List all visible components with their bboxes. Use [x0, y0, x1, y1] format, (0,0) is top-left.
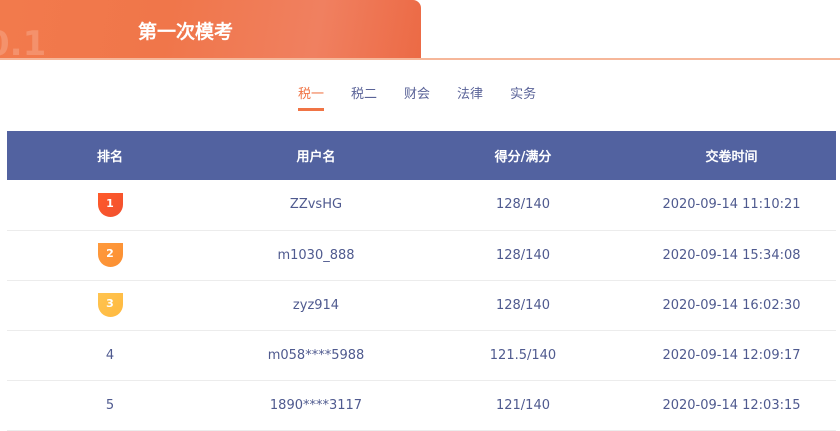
header-username: 用户名	[213, 131, 419, 180]
submit-time: 2020-09-14 12:09:17	[627, 330, 836, 381]
tab-law[interactable]: 法律	[457, 83, 483, 111]
score: 128/140	[419, 230, 627, 281]
username: zyz914	[213, 280, 419, 331]
header-score: 得分/满分	[419, 131, 627, 180]
submit-time: 2020-09-14 16:02:30	[627, 280, 836, 331]
table-header: 排名 用户名 得分/满分 交卷时间	[7, 131, 836, 180]
username: m058****5988	[213, 330, 419, 381]
banner-watermark: 0.1	[0, 24, 47, 59]
divider	[0, 58, 840, 60]
tab-tax1[interactable]: 税一	[298, 83, 325, 111]
ranking-table: 排名 用户名 得分/满分 交卷时间 1 ZZvsHG 128/140 2020-…	[7, 131, 836, 431]
username: ZZvsHG	[213, 180, 419, 231]
table-row: 2 m1030_888 128/140 2020-09-14 15:34:08	[7, 230, 836, 281]
rank: 4	[7, 330, 213, 381]
score: 128/140	[419, 280, 627, 331]
header-rank: 排名	[7, 131, 213, 180]
bronze-medal-icon: 3	[97, 293, 123, 317]
table-row: 3 zyz914 128/140 2020-09-14 16:02:30	[7, 280, 836, 331]
username: m1030_888	[213, 230, 419, 281]
tab-accounting[interactable]: 财会	[404, 83, 430, 111]
submit-time: 2020-09-14 11:10:21	[627, 180, 836, 231]
score: 121.5/140	[419, 330, 627, 381]
submit-time: 2020-09-14 15:34:08	[627, 230, 836, 281]
tab-tax2[interactable]: 税二	[351, 83, 377, 111]
page-title: 第一次模考	[138, 21, 234, 43]
table-row: 1 ZZvsHG 128/140 2020-09-14 11:10:21	[7, 180, 836, 231]
score: 128/140	[419, 180, 627, 231]
gold-medal-icon: 1	[97, 192, 123, 217]
header-submit-time: 交卷时间	[627, 131, 836, 180]
tab-practice[interactable]: 实务	[510, 83, 536, 111]
table-row: 4 m058****5988 121.5/140 2020-09-14 12:0…	[7, 330, 836, 381]
silver-medal-icon: 2	[97, 243, 123, 267]
exam-banner: 0.1 第一次模考	[0, 0, 421, 59]
subject-tabs: 税一 税二 财会 法律 实务	[298, 83, 536, 111]
